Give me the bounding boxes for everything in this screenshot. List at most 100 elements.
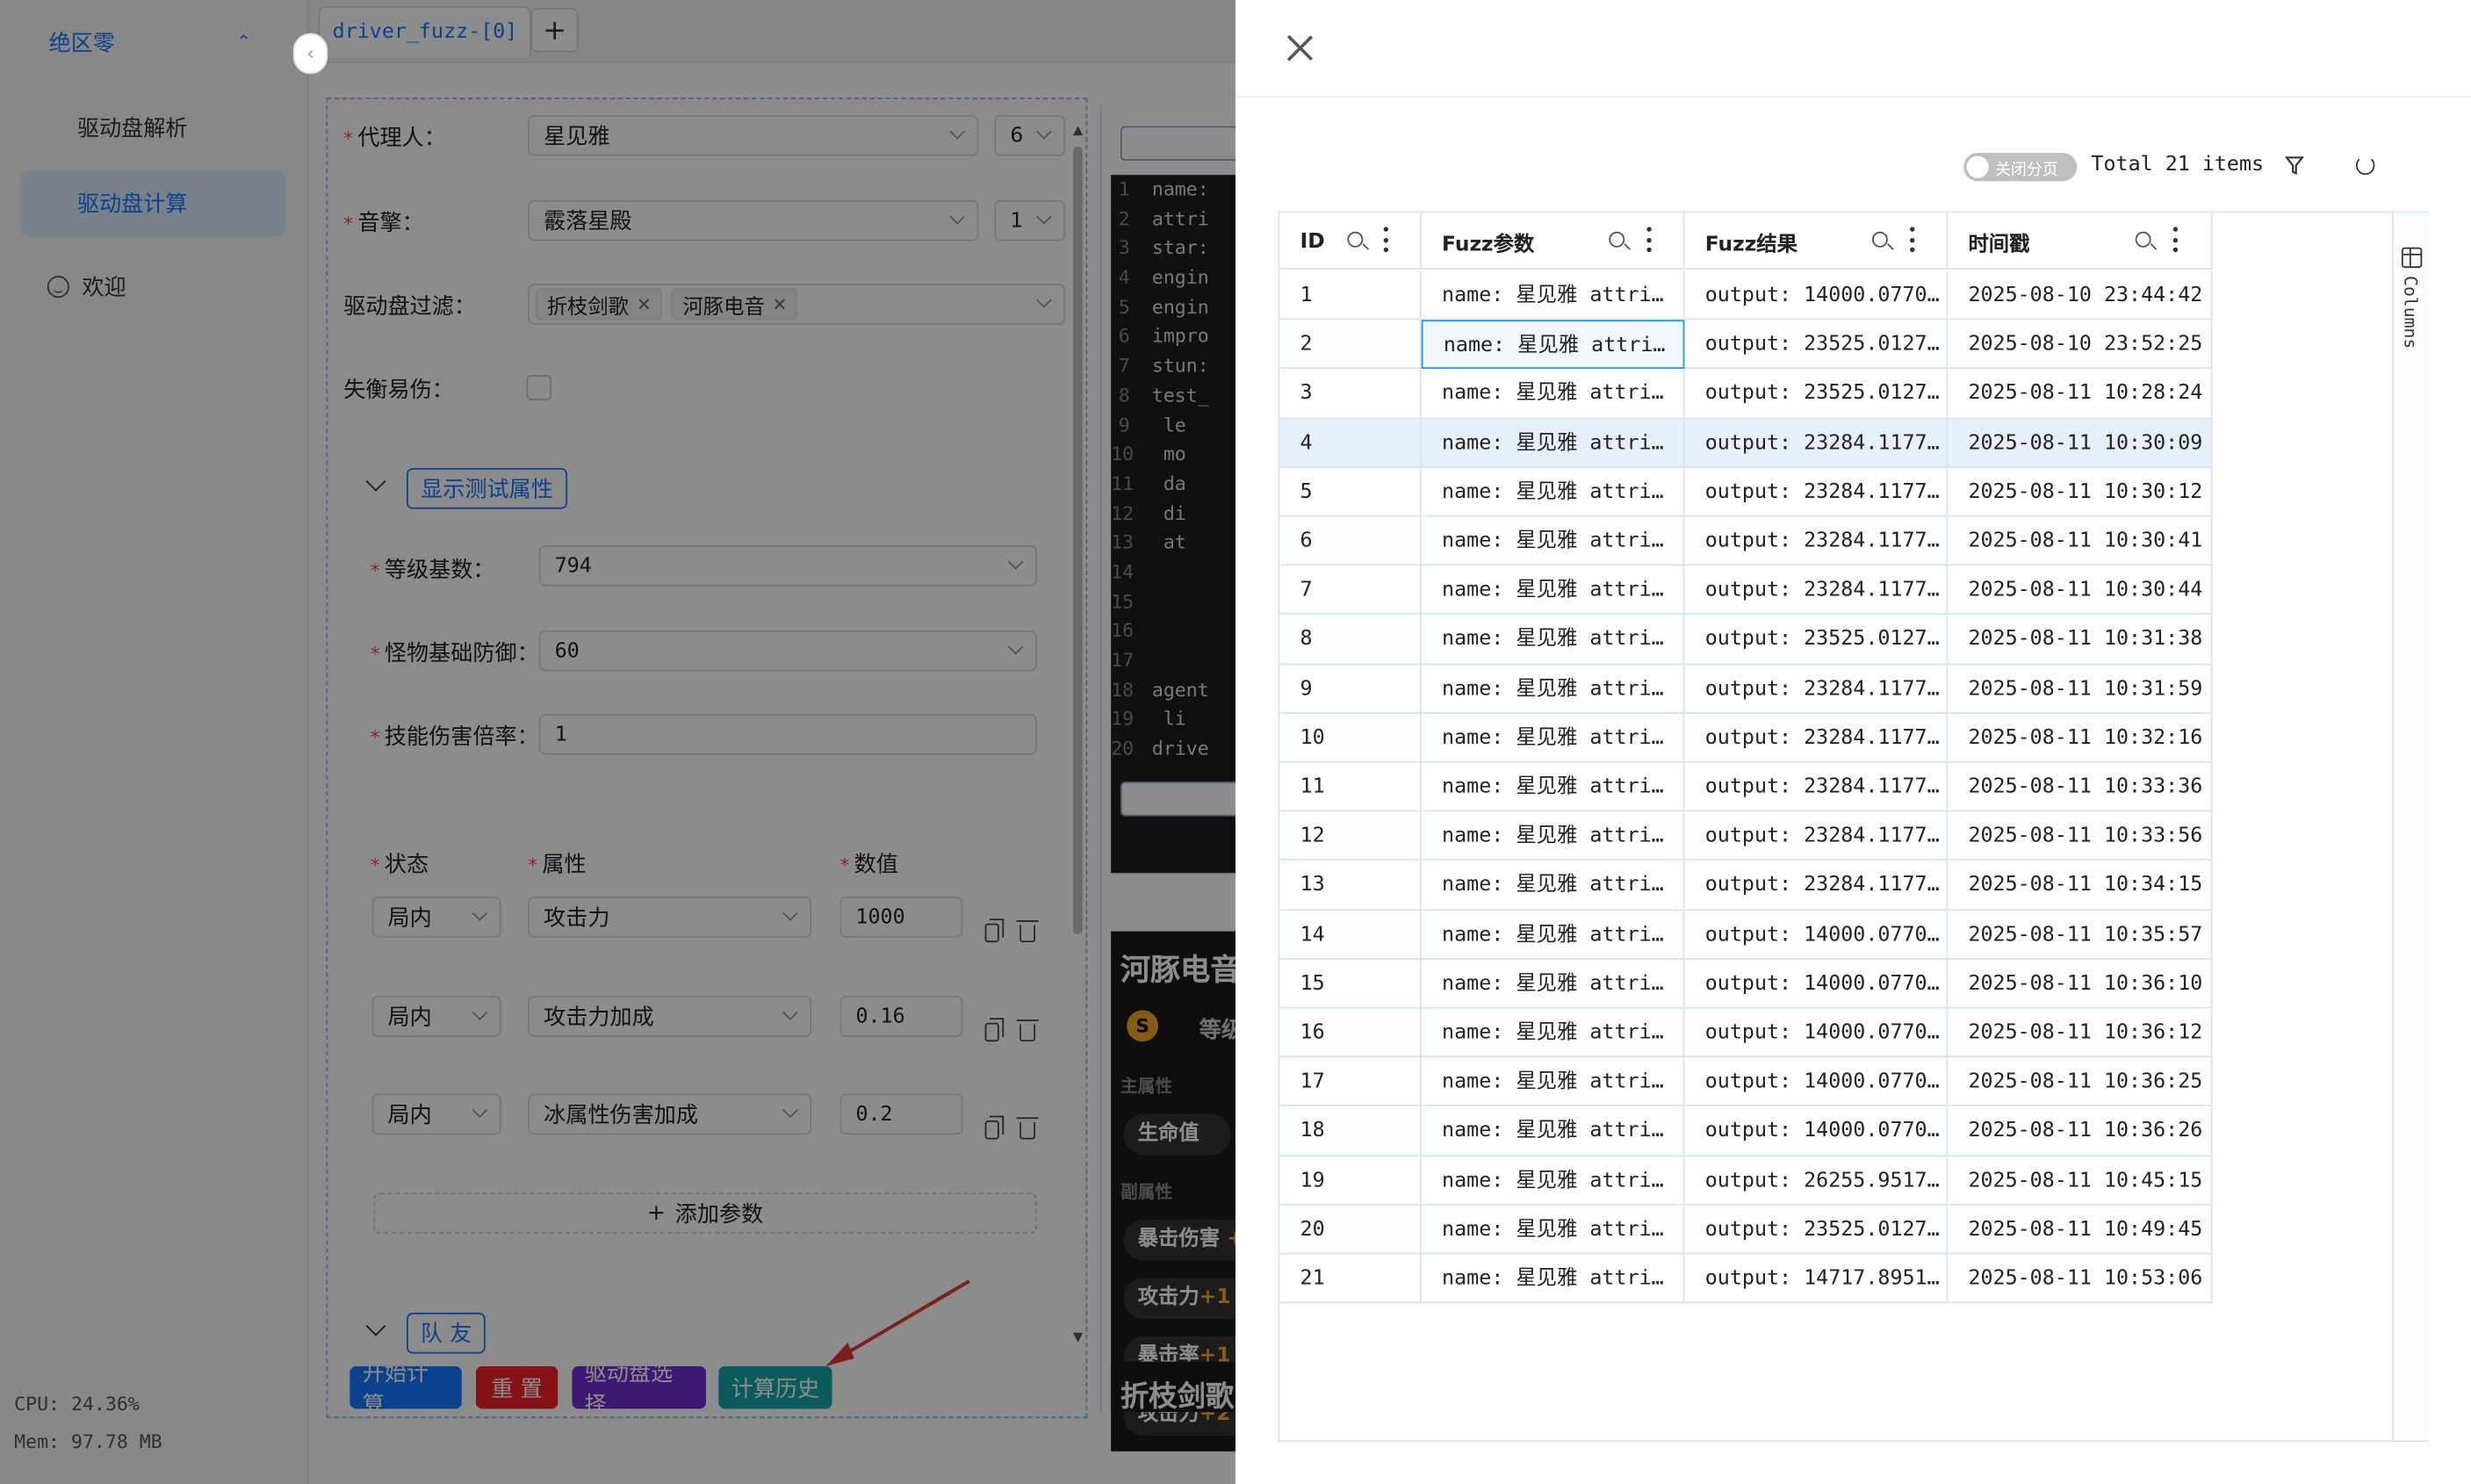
- pagination-switch[interactable]: 关闭分页: [1963, 153, 2078, 182]
- cell-id[interactable]: 16: [1279, 1008, 1422, 1058]
- search-icon[interactable]: [1347, 231, 1364, 248]
- cell-time[interactable]: 2025-08-11 10:45:15: [1948, 1156, 2213, 1206]
- cell-result[interactable]: output: 23284.1177…: [1684, 811, 1949, 861]
- cell-result[interactable]: output: 14000.0770…: [1684, 910, 1949, 960]
- cell-time[interactable]: 2025-08-10 23:44:42: [1948, 270, 2213, 321]
- table-row[interactable]: 13 name: 星见雅 attri… output: 23284.1177… 202…: [1279, 861, 2213, 911]
- table-row[interactable]: 20 name: 星见雅 attri… output: 23525.0127… 202…: [1279, 1205, 2213, 1255]
- cell-param[interactable]: name: 星见雅 attri…: [1422, 1106, 1685, 1156]
- cell-result[interactable]: output: 23525.0127…: [1684, 369, 1949, 419]
- cell-id[interactable]: 5: [1279, 467, 1422, 517]
- cell-param[interactable]: name: 星见雅 attri…: [1422, 1008, 1685, 1058]
- columns-side-panel[interactable]: Columns: [2392, 213, 2429, 1441]
- refresh-icon[interactable]: [2355, 155, 2375, 176]
- collapse-sidebar-button[interactable]: ‹: [292, 32, 328, 75]
- cell-id[interactable]: 1: [1279, 270, 1422, 321]
- header-id[interactable]: ID: [1279, 213, 1422, 270]
- cell-time[interactable]: 2025-08-11 10:30:12: [1948, 467, 2213, 517]
- header-fuzz-result[interactable]: Fuzz结果: [1684, 213, 1949, 270]
- cell-param[interactable]: name: 星见雅 attri…: [1422, 467, 1685, 517]
- search-icon[interactable]: [1871, 231, 1888, 248]
- table-row[interactable]: 18 name: 星见雅 attri… output: 14000.0770… 202…: [1279, 1106, 2213, 1156]
- cell-id[interactable]: 14: [1279, 910, 1422, 960]
- cell-id[interactable]: 21: [1279, 1254, 1422, 1304]
- cell-param[interactable]: name: 星见雅 attri…: [1422, 811, 1685, 861]
- table-row[interactable]: 6 name: 星见雅 attri… output: 23284.1177… 2025…: [1279, 516, 2213, 566]
- cell-id[interactable]: 12: [1279, 811, 1422, 861]
- table-row[interactable]: 15 name: 星见雅 attri… output: 14000.0770… 202…: [1279, 959, 2213, 1009]
- cell-time[interactable]: 2025-08-11 10:53:06: [1948, 1254, 2213, 1304]
- column-menu-icon[interactable]: [1646, 227, 1652, 253]
- table-row[interactable]: 3 name: 星见雅 attri… output: 23525.0127… 2025…: [1279, 369, 2213, 419]
- cell-time[interactable]: 2025-08-11 10:31:59: [1948, 664, 2213, 714]
- search-icon[interactable]: [1609, 231, 1625, 248]
- cell-id[interactable]: 10: [1279, 713, 1422, 763]
- table-row[interactable]: 17 name: 星见雅 attri… output: 14000.0770… 202…: [1279, 1057, 2213, 1107]
- cell-param[interactable]: name: 星见雅 attri…: [1422, 418, 1685, 468]
- cell-time[interactable]: 2025-08-11 10:32:16: [1948, 713, 2213, 763]
- table-row[interactable]: 7 name: 星见雅 attri… output: 23284.1177… 2025…: [1279, 566, 2213, 616]
- cell-time[interactable]: 2025-08-11 10:33:56: [1948, 811, 2213, 861]
- cell-id[interactable]: 7: [1279, 566, 1422, 616]
- cell-result[interactable]: output: 23284.1177…: [1684, 762, 1949, 812]
- cell-time[interactable]: 2025-08-11 10:33:36: [1948, 762, 2213, 812]
- cell-time[interactable]: 2025-08-11 10:30:41: [1948, 516, 2213, 566]
- cell-param[interactable]: name: 星见雅 attri…: [1422, 959, 1685, 1009]
- cell-id[interactable]: 8: [1279, 615, 1422, 665]
- cell-time[interactable]: 2025-08-11 10:28:24: [1948, 369, 2213, 419]
- cell-param[interactable]: name: 星见雅 attri…: [1422, 369, 1685, 419]
- cell-result[interactable]: output: 14000.0770…: [1684, 1008, 1949, 1058]
- header-fuzz-param[interactable]: Fuzz参数: [1422, 213, 1685, 270]
- cell-result[interactable]: output: 23284.1177…: [1684, 566, 1949, 616]
- cell-id[interactable]: 9: [1279, 664, 1422, 714]
- cell-param[interactable]: name: 星见雅 attri…: [1422, 615, 1685, 665]
- cell-result[interactable]: output: 14000.0770…: [1684, 1057, 1949, 1107]
- cell-id[interactable]: 11: [1279, 762, 1422, 812]
- cell-result[interactable]: output: 14000.0770…: [1684, 270, 1949, 321]
- cell-param[interactable]: name: 星见雅 attri…: [1422, 861, 1685, 911]
- table-row[interactable]: 5 name: 星见雅 attri… output: 23284.1177… 2025…: [1279, 467, 2213, 517]
- table-row[interactable]: 1 name: 星见雅 attri… output: 14000.0770… 2025…: [1279, 270, 2213, 321]
- cell-param[interactable]: name: 星见雅 attri…: [1422, 270, 1685, 321]
- cell-param[interactable]: name: 星见雅 attri…: [1422, 1057, 1685, 1107]
- table-row[interactable]: 2 name: 星见雅 attri… output: 23525.0127… 2025…: [1279, 320, 2213, 370]
- cell-time[interactable]: 2025-08-11 10:35:57: [1948, 910, 2213, 960]
- close-icon[interactable]: [1286, 34, 1314, 62]
- search-icon[interactable]: [2135, 231, 2151, 248]
- cell-result[interactable]: output: 23284.1177…: [1684, 516, 1949, 566]
- table-row[interactable]: 10 name: 星见雅 attri… output: 23284.1177… 202…: [1279, 713, 2213, 763]
- table-row[interactable]: 12 name: 星见雅 attri… output: 23284.1177… 202…: [1279, 811, 2213, 861]
- column-menu-icon[interactable]: [1910, 227, 1915, 253]
- cell-result[interactable]: output: 14000.0770…: [1684, 1106, 1949, 1156]
- cell-id[interactable]: 6: [1279, 516, 1422, 566]
- table-row[interactable]: 4 name: 星见雅 attri… output: 23284.1177… 2025…: [1279, 418, 2213, 468]
- filter-icon[interactable]: [2285, 156, 2304, 176]
- cell-param[interactable]: name: 星见雅 attri…: [1422, 516, 1685, 566]
- cell-id[interactable]: 18: [1279, 1106, 1422, 1156]
- table-row[interactable]: 8 name: 星见雅 attri… output: 23525.0127… 2025…: [1279, 615, 2213, 665]
- cell-param[interactable]: name: 星见雅 attri…: [1422, 762, 1685, 812]
- cell-time[interactable]: 2025-08-10 23:52:25: [1948, 320, 2213, 370]
- table-row[interactable]: 11 name: 星见雅 attri… output: 23284.1177… 202…: [1279, 762, 2213, 812]
- drawer-mask[interactable]: [0, 0, 1236, 1484]
- column-menu-icon[interactable]: [2172, 227, 2179, 253]
- cell-param[interactable]: name: 星见雅 attri…: [1422, 713, 1685, 763]
- table-row[interactable]: 16 name: 星见雅 attri… output: 14000.0770… 202…: [1279, 1008, 2213, 1058]
- cell-result[interactable]: output: 23284.1177…: [1684, 664, 1949, 714]
- cell-time[interactable]: 2025-08-11 10:31:38: [1948, 615, 2213, 665]
- cell-time[interactable]: 2025-08-11 10:36:10: [1948, 959, 2213, 1009]
- cell-id[interactable]: 2: [1279, 320, 1422, 370]
- table-row[interactable]: 19 name: 星见雅 attri… output: 26255.9517… 202…: [1279, 1156, 2213, 1206]
- cell-time[interactable]: 2025-08-11 10:36:12: [1948, 1008, 2213, 1058]
- cell-result[interactable]: output: 23525.0127…: [1684, 615, 1949, 665]
- cell-id[interactable]: 17: [1279, 1057, 1422, 1107]
- cell-result[interactable]: output: 14717.8951…: [1684, 1254, 1949, 1304]
- cell-time[interactable]: 2025-08-11 10:30:44: [1948, 566, 2213, 616]
- cell-param[interactable]: name: 星见雅 attri…: [1422, 1156, 1685, 1206]
- cell-result[interactable]: output: 14000.0770…: [1684, 959, 1949, 1009]
- cell-time[interactable]: 2025-08-11 10:34:15: [1948, 861, 2213, 911]
- cell-time[interactable]: 2025-08-11 10:36:25: [1948, 1057, 2213, 1107]
- cell-result[interactable]: output: 23284.1177…: [1684, 861, 1949, 911]
- cell-time[interactable]: 2025-08-11 10:49:45: [1948, 1205, 2213, 1255]
- cell-id[interactable]: 20: [1279, 1205, 1422, 1255]
